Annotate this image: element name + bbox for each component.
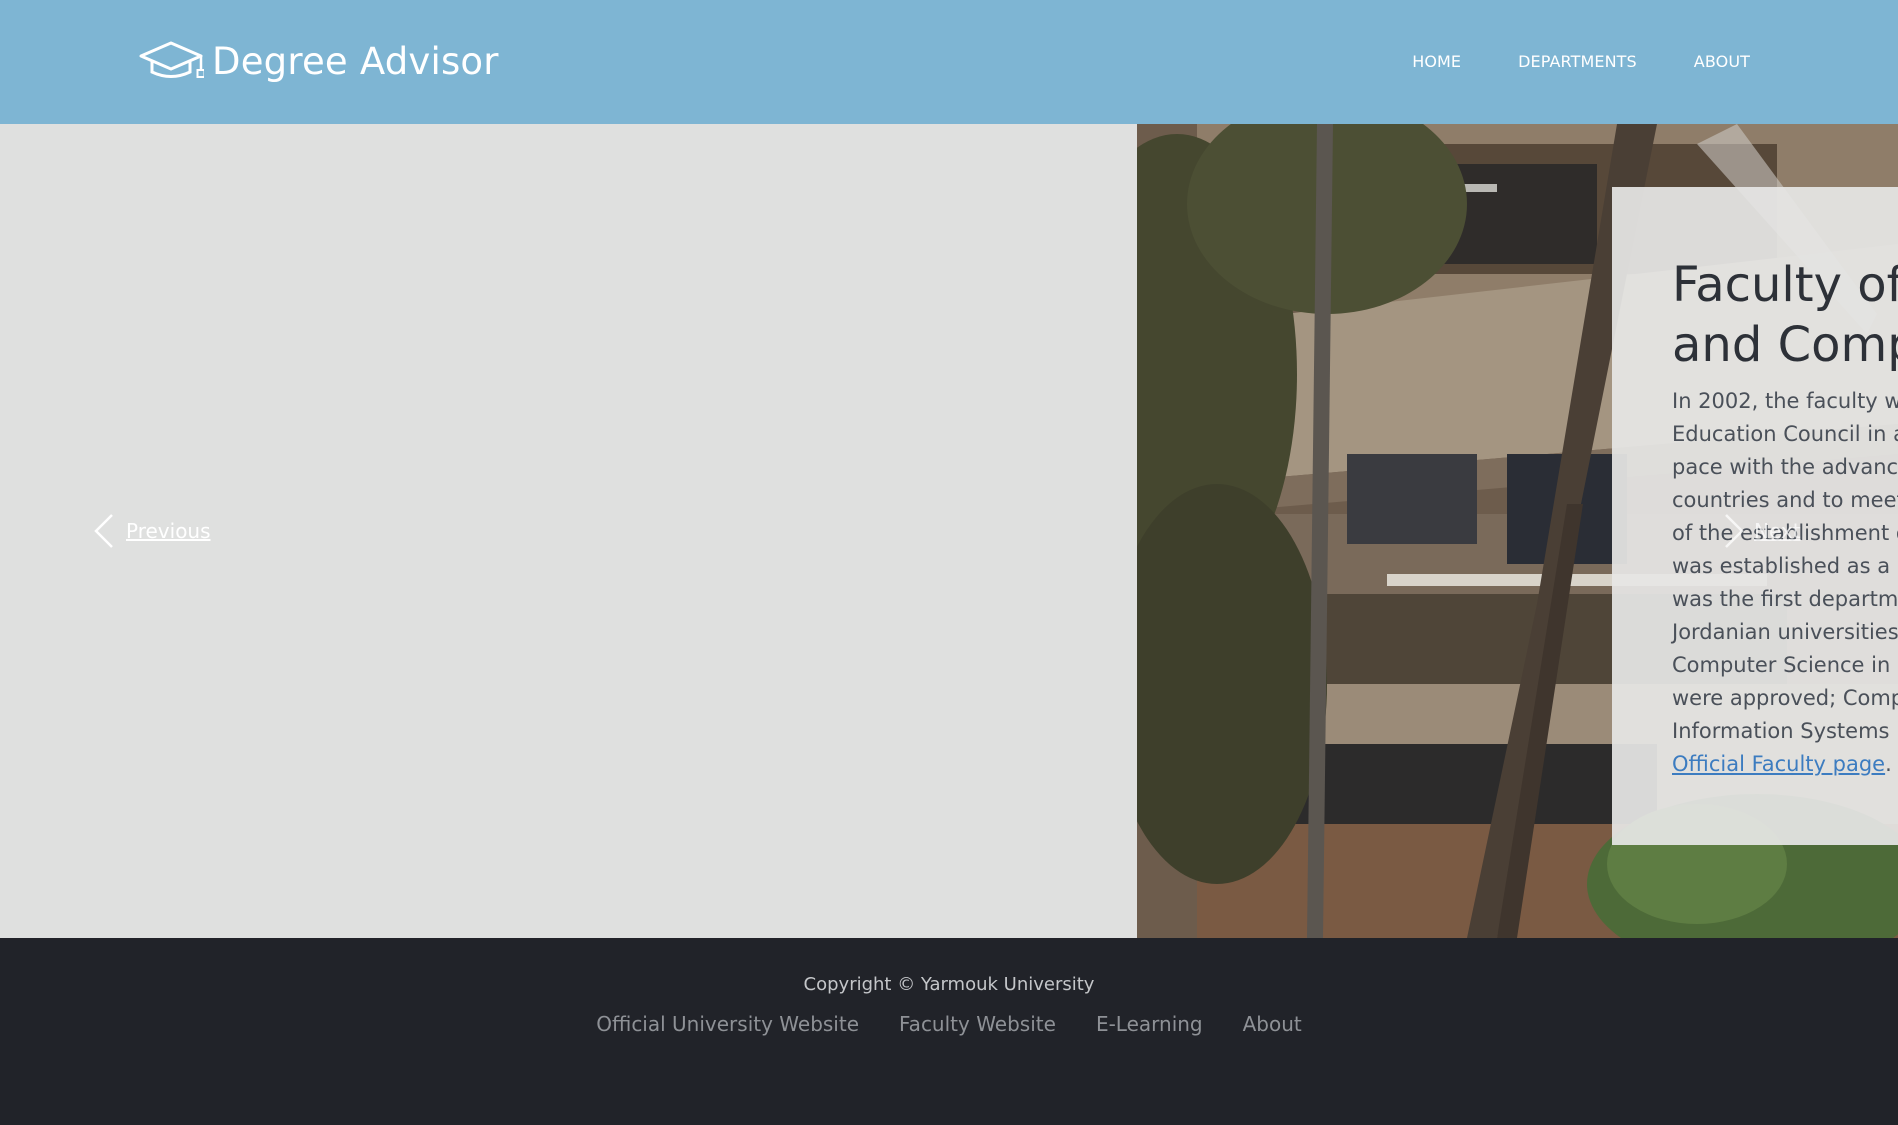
nav-home-link[interactable]: HOME <box>1412 52 1461 71</box>
footer-faculty-website-link[interactable]: Faculty Website <box>899 1012 1056 1036</box>
slide-title: Faculty of and Comp <box>1672 257 1898 373</box>
brand-link[interactable]: Degree Advisor <box>138 36 499 86</box>
carousel-next-button[interactable]: Next <box>1722 512 1801 550</box>
footer-about-link[interactable]: About <box>1243 1012 1302 1036</box>
slide-link-suffix: . <box>1885 752 1892 776</box>
nav-departments-link[interactable]: DEPARTMENTS <box>1518 52 1637 71</box>
slide-description-line: were approved; Compu <box>1672 686 1898 710</box>
footer: Copyright © Yarmouk University Official … <box>0 938 1898 1125</box>
chevron-right-icon <box>1725 514 1744 548</box>
slide-description-line: pace with the advancem <box>1672 455 1898 479</box>
slide-description-line: Computer Science in 20 <box>1672 653 1898 677</box>
slide-description: In 2002, the faculty was Education Counc… <box>1672 385 1898 781</box>
brand-name: Degree Advisor <box>212 39 499 83</box>
carousel-next-label: Next <box>1754 519 1801 543</box>
carousel-previous-button[interactable]: Previous <box>92 512 211 550</box>
footer-e-learning-link[interactable]: E-Learning <box>1096 1012 1203 1036</box>
main-nav: HOME DEPARTMENTS ABOUT <box>1412 52 1750 71</box>
slide-link-line: Official Faculty page. <box>1672 748 1898 781</box>
chevron-left-icon <box>94 514 113 548</box>
nav-about-link[interactable]: ABOUT <box>1694 52 1750 71</box>
footer-official-university-website-link[interactable]: Official University Website <box>596 1012 859 1036</box>
slide-description-line: was established as a de <box>1672 554 1898 578</box>
slide-description-line: Jordanian universities, a <box>1672 620 1898 644</box>
slide-description-line: Information Systems De <box>1672 719 1898 743</box>
slide-description-line: Education Council in ac <box>1672 422 1898 446</box>
official-faculty-page-link[interactable]: Official Faculty page <box>1672 752 1885 776</box>
hero-carousel: Faculty of and Comp In 2002, the faculty… <box>0 124 1898 938</box>
footer-nav: Official University Website Faculty Webs… <box>0 1012 1898 1036</box>
slide-description-line: was the first departmen <box>1672 587 1898 611</box>
graduation-cap-icon <box>139 41 204 78</box>
page: Degree Advisor HOME DEPARTMENTS ABOUT Fa… <box>0 0 1898 1125</box>
carousel-previous-label: Previous <box>126 519 211 543</box>
copyright-text: Copyright © Yarmouk University <box>803 974 1095 995</box>
navbar: Degree Advisor HOME DEPARTMENTS ABOUT <box>0 0 1898 124</box>
slide-description-line: In 2002, the faculty was <box>1672 389 1898 413</box>
